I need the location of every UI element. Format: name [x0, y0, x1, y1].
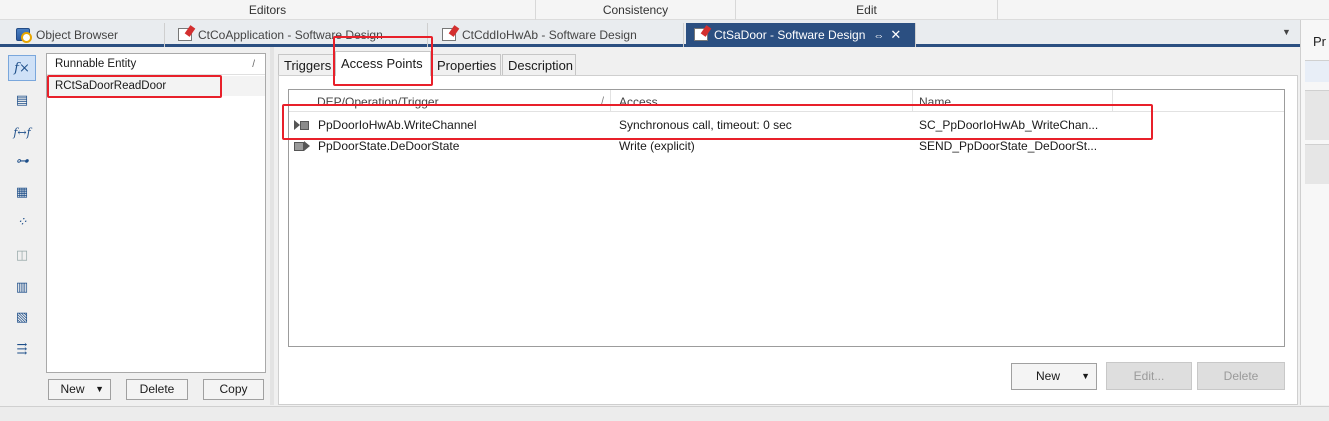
- button-label: New: [60, 382, 85, 396]
- status-bar: [0, 406, 1329, 421]
- ribbon-group-bar: Editors Consistency Edit: [0, 0, 1329, 20]
- property-group: [1305, 144, 1329, 184]
- slider-parameter-icon[interactable]: ⊶: [8, 148, 36, 174]
- tab-label: Object Browser: [36, 28, 119, 42]
- chevron-down-icon: ▼: [95, 384, 104, 394]
- tab-label: CtCoApplication - Software Design: [198, 28, 383, 42]
- cell-access: Synchronous call, timeout: 0 sec: [619, 118, 792, 132]
- data-mapping-icon[interactable]: ▦: [8, 179, 36, 205]
- toolbar-glyph: ▤: [15, 92, 29, 108]
- new-access-point-button[interactable]: New ▼: [1011, 363, 1097, 390]
- component-icon[interactable]: ◫: [8, 242, 36, 268]
- tab-ctcddiohwab[interactable]: CtCddIoHwAb - Software Design: [434, 23, 684, 47]
- delete-access-point-button[interactable]: Delete: [1197, 362, 1285, 390]
- toolbar-glyph: ⇶: [16, 341, 28, 357]
- toolbar-glyph: f×: [14, 60, 30, 76]
- column-header-label: DEP/Operation/Trigger: [317, 95, 439, 109]
- software-design-icon: [178, 28, 192, 41]
- client-server-port-icon: [294, 120, 310, 131]
- properties-side-panel: Pr: [1300, 20, 1329, 405]
- edit-access-point-button[interactable]: Edit...: [1106, 362, 1192, 390]
- chevron-down-icon[interactable]: ▼: [1282, 27, 1294, 39]
- delete-runnable-button[interactable]: Delete: [126, 379, 188, 400]
- toolbar-glyph: ▧: [15, 309, 29, 325]
- sort-icon: /: [252, 59, 255, 70]
- table-row[interactable]: PpDoorIoHwAb.WriteChannel Synchronous ca…: [289, 115, 1284, 136]
- sender-port-icon: [294, 141, 310, 152]
- tab-ctsadoor[interactable]: CtSaDoor - Software Design ⇔ ✕: [686, 23, 916, 47]
- column-header-access[interactable]: Access: [613, 90, 913, 112]
- document-tab-strip: Object Browser CtCoApplication - Softwar…: [0, 20, 1300, 47]
- column-header-dep[interactable]: DEP/Operation/Trigger /: [311, 90, 611, 112]
- cell-access: Write (explicit): [619, 139, 695, 153]
- access-points-table: DEP/Operation/Trigger / Access Name PpDoo…: [288, 89, 1285, 347]
- toolbar-glyph: f↔f: [13, 125, 31, 139]
- column-header-label: Runnable Entity: [55, 58, 137, 70]
- function-mapping-icon[interactable]: f↔f: [8, 119, 36, 145]
- toolbar-glyph: ▦: [15, 184, 29, 200]
- design-view-toolbar: f× ▤ f↔f ⊶ ▦ ⁘ ◫ ▥ ▧ ⇶: [4, 52, 40, 404]
- cell-dep: PpDoorState.DeDoorState: [318, 139, 460, 153]
- software-design-icon: [694, 28, 708, 41]
- tab-label: CtCddIoHwAb - Software Design: [462, 28, 637, 42]
- ribbon-group-editors: Editors: [0, 0, 536, 20]
- property-group: [1305, 90, 1329, 140]
- cell-name: SEND_PpDoorState_DeDoorSt...: [919, 139, 1098, 153]
- toolbar-glyph: ⁘: [16, 214, 28, 230]
- categorized-icon[interactable]: [1305, 60, 1329, 82]
- list-item[interactable]: RCtSaDoorReadDoor: [47, 76, 265, 96]
- toolbar-glyph: ▥: [15, 279, 29, 295]
- runnable-entity-column-header[interactable]: Runnable Entity /: [47, 54, 265, 75]
- tab-ctcoapplication[interactable]: CtCoApplication - Software Design: [170, 23, 428, 47]
- copy-runnable-button[interactable]: Copy: [203, 379, 264, 400]
- runnable-function-icon[interactable]: f×: [8, 55, 36, 81]
- tab-properties[interactable]: Properties: [431, 54, 501, 75]
- calibration-icon[interactable]: ▧: [8, 304, 36, 330]
- ribbon-group-consistency: Consistency: [536, 0, 736, 20]
- tab-object-browser[interactable]: Object Browser: [8, 23, 165, 47]
- cell-name: SC_PpDoorIoHwAb_WriteChan...: [919, 118, 1099, 132]
- table-header: DEP/Operation/Trigger / Access Name: [289, 90, 1284, 112]
- cell-dep: PpDoorIoHwAb.WriteChannel: [318, 118, 477, 132]
- close-icon[interactable]: ✕: [890, 23, 901, 47]
- toolbar-glyph: ◫: [15, 247, 29, 263]
- connector-icon[interactable]: ⇶: [8, 336, 36, 362]
- pane-splitter[interactable]: [270, 47, 274, 405]
- runnable-entity-list: Runnable Entity / RCtSaDoorReadDoor: [46, 53, 266, 373]
- table-row[interactable]: PpDoorState.DeDoorState Write (explicit)…: [289, 136, 1284, 157]
- software-design-icon: [442, 28, 456, 41]
- object-browser-icon: [16, 28, 32, 43]
- tab-description[interactable]: Description: [502, 54, 576, 75]
- new-runnable-button[interactable]: New ▼: [48, 379, 111, 400]
- button-label: New: [1035, 369, 1060, 383]
- port-prototype-icon[interactable]: ▥: [8, 274, 36, 300]
- column-header-name[interactable]: Name: [913, 90, 1113, 112]
- tab-access-points[interactable]: Access Points: [335, 51, 431, 76]
- panel-title: Pr: [1313, 34, 1326, 49]
- tab-label: CtSaDoor - Software Design: [714, 28, 866, 42]
- ribbon-group-edit: Edit: [736, 0, 998, 20]
- toolbar-glyph: ⊶: [15, 153, 29, 169]
- tab-triggers[interactable]: Triggers: [278, 54, 334, 75]
- chevron-down-icon: ▼: [1081, 371, 1090, 381]
- inter-runnable-icon[interactable]: ⁘: [8, 209, 36, 235]
- sort-icon: /: [601, 96, 604, 107]
- port-interface-icon[interactable]: ▤: [8, 87, 36, 113]
- pin-icon[interactable]: ⇔: [873, 24, 884, 47]
